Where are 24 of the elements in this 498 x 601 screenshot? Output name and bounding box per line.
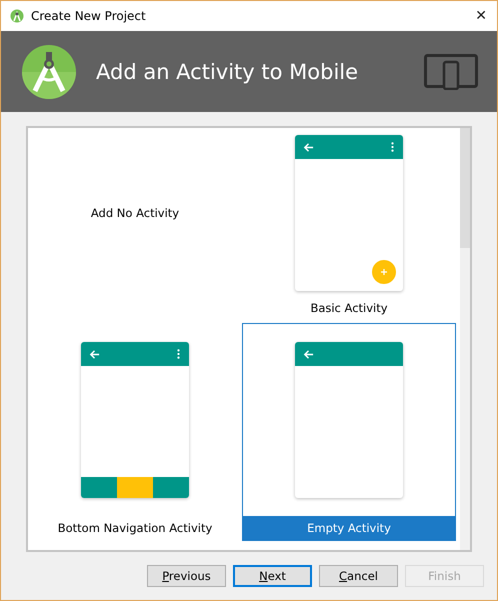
more-menu-icon [391,142,394,152]
back-arrow-icon [303,142,314,153]
template-label: Basic Activity [310,301,388,316]
page-title: Add an Activity to Mobile [96,60,358,84]
android-studio-logo-icon [22,44,76,99]
window-title: Create New Project [31,8,146,23]
template-label: Empty Activity [307,521,391,536]
scrollbar-thumb[interactable] [460,128,470,248]
more-menu-icon [177,349,180,360]
template-tile[interactable]: Bottom Navigation Activity [29,323,241,542]
back-arrow-icon [303,348,314,360]
dialog-button[interactable]: Cancel [319,565,398,588]
app-logo-icon [10,8,24,23]
template-label: Add No Activity [90,206,180,220]
template-tile[interactable]: Basic Activity [242,129,456,322]
floating-plus-button-icon [372,260,396,284]
tablet-and-phone-icon [424,54,478,90]
template-label: Bottom Navigation Activity [58,521,212,536]
template-tile[interactable]: Add No Activity [29,129,241,322]
back-arrow-icon [89,348,100,360]
template-tile[interactable]: Empty Activity [242,323,456,542]
close-button[interactable]: ✕ [475,8,487,24]
dialog-button[interactable]: Previous [147,565,226,588]
dialog-button[interactable]: Next [233,565,312,588]
